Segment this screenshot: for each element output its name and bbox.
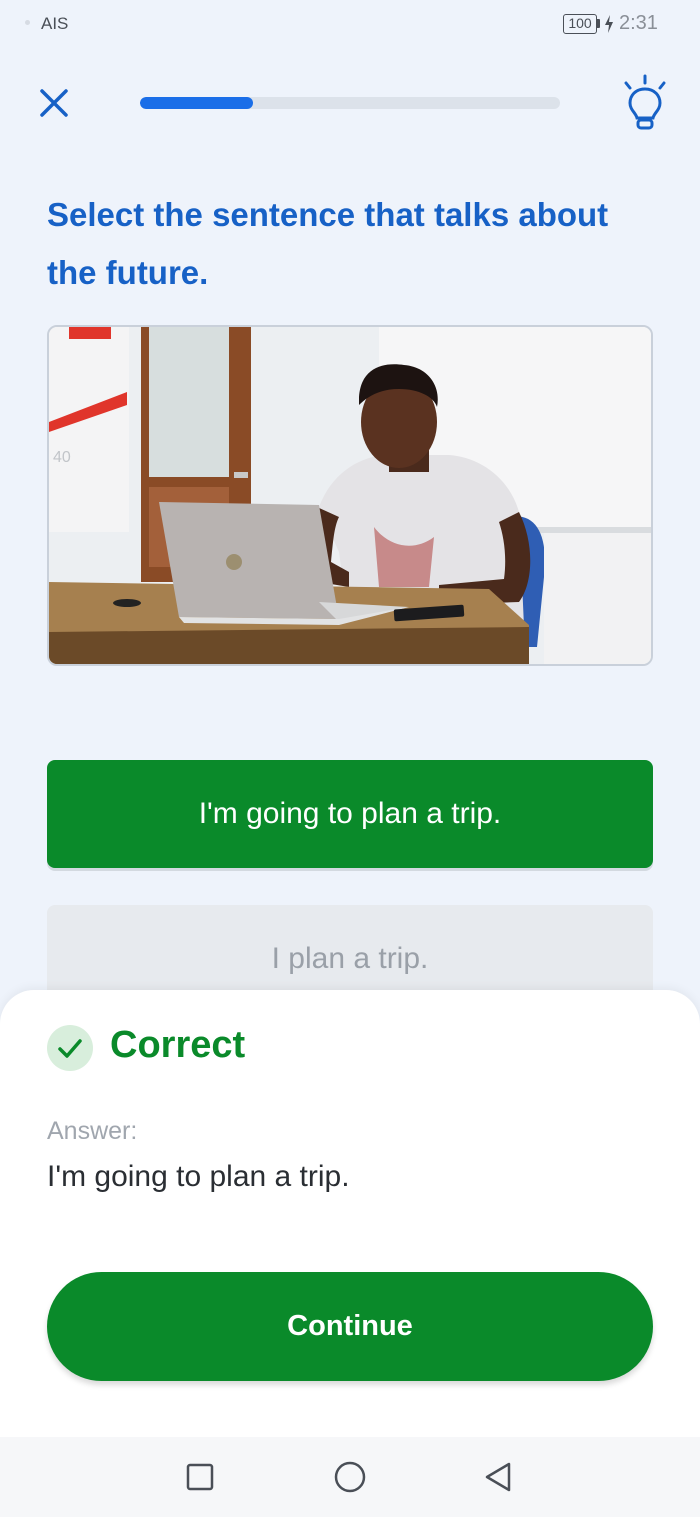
check-badge xyxy=(47,1025,93,1071)
battery-icon: 100 xyxy=(563,14,597,34)
progress-bar xyxy=(140,97,560,109)
back-button[interactable] xyxy=(478,1457,518,1497)
clock: 2:31 xyxy=(619,12,658,34)
option-correct[interactable]: I'm going to plan a trip. xyxy=(47,760,653,868)
feedback-sheet: Correct Answer: I'm going to plan a trip… xyxy=(0,990,700,1437)
check-icon xyxy=(58,1039,82,1058)
recents-button[interactable] xyxy=(180,1457,220,1497)
status-bar: AIS 100 2:31 xyxy=(0,0,700,50)
circle-icon xyxy=(334,1461,366,1493)
option-label: I'm going to plan a trip. xyxy=(198,797,502,830)
carrier-label: AIS xyxy=(41,14,69,33)
home-button[interactable] xyxy=(330,1457,370,1497)
continue-button[interactable]: Continue xyxy=(47,1272,653,1381)
continue-label: Continue xyxy=(287,1310,413,1342)
charging-icon xyxy=(605,15,613,33)
triangle-back-icon xyxy=(485,1462,511,1492)
feedback-title: Correct xyxy=(110,1024,246,1066)
question-text: Select the sentence that talks about the… xyxy=(47,196,609,291)
option-label: I plan a trip. xyxy=(271,942,429,975)
close-icon xyxy=(40,89,68,117)
lightbulb-icon xyxy=(624,74,666,130)
answer-label: Answer: xyxy=(47,1117,138,1145)
close-button[interactable] xyxy=(34,83,74,123)
system-nav-bar xyxy=(0,1437,700,1517)
svg-text:40: 40 xyxy=(53,449,71,466)
photo-illustration: 40 xyxy=(49,327,651,664)
battery-tip xyxy=(597,19,600,28)
square-icon xyxy=(186,1463,214,1491)
answer-text: I'm going to plan a trip. xyxy=(47,1160,350,1193)
battery-level: 100 xyxy=(568,15,592,31)
hint-button[interactable] xyxy=(620,74,670,132)
signal-dot xyxy=(25,20,30,25)
question-image: 40 xyxy=(47,325,653,666)
progress-fill xyxy=(140,97,254,109)
